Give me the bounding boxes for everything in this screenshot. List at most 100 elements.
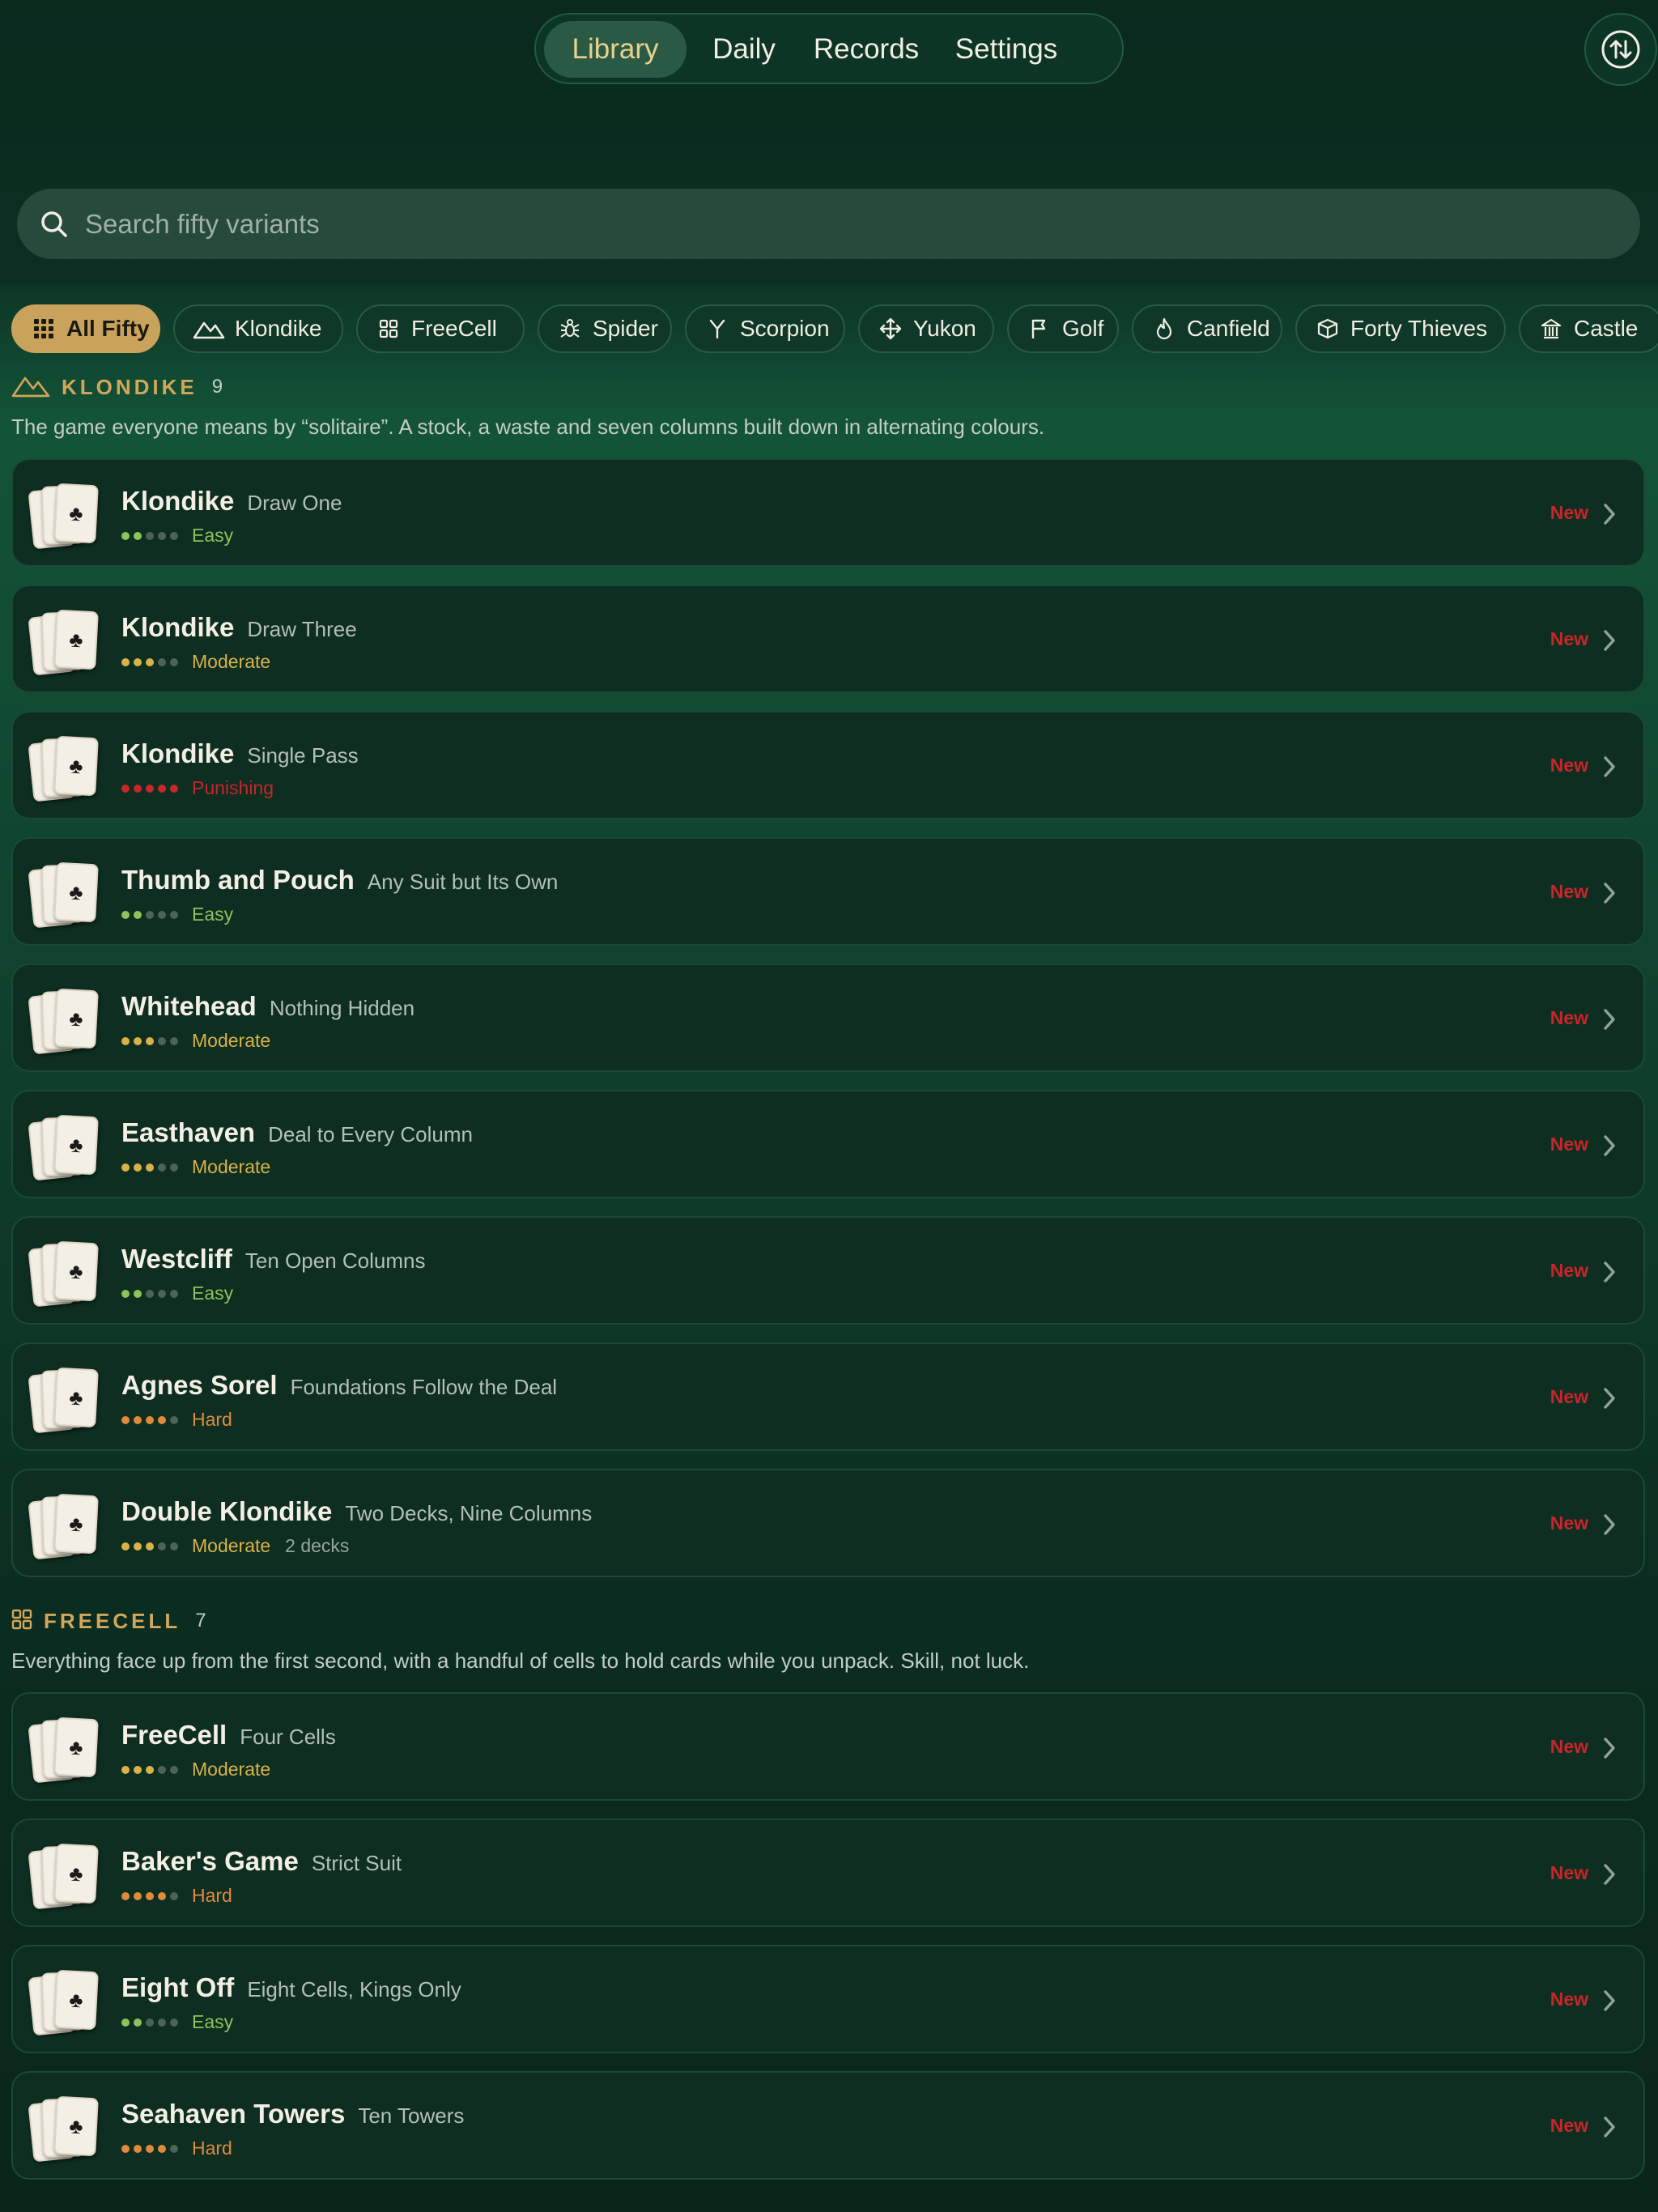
- difficulty-dot: [158, 1542, 166, 1551]
- difficulty-dot: [121, 2018, 130, 2027]
- chip-freecell[interactable]: FreeCell: [356, 304, 525, 353]
- search-input[interactable]: [83, 207, 1640, 240]
- difficulty-dot: [170, 1542, 178, 1551]
- difficulty-dot: [121, 1542, 130, 1551]
- difficulty-dot: [158, 1289, 166, 1298]
- difficulty-label: Moderate: [192, 1156, 271, 1177]
- difficulty-dot: [170, 1765, 178, 1774]
- spider-icon: [557, 316, 583, 342]
- new-badge: New: [1550, 1386, 1588, 1407]
- difficulty-dot: [170, 1415, 178, 1424]
- variant-subtitle: Strict Suit: [311, 1851, 402, 1875]
- difficulty-meter: [121, 910, 182, 919]
- difficulty-dot: [170, 531, 178, 540]
- difficulty-dot: [146, 1415, 154, 1424]
- difficulty-dot: [170, 1891, 178, 1900]
- difficulty-dot: [121, 1289, 130, 1298]
- variant-name: Klondike: [121, 612, 235, 642]
- card-stack-icon: ♣: [28, 1967, 112, 2036]
- difficulty-dot: [158, 2018, 166, 2027]
- difficulty-dot: [170, 2018, 178, 2027]
- variant-name: FreeCell: [121, 1720, 227, 1750]
- chip-forty-thieves[interactable]: Forty Thieves: [1295, 304, 1506, 353]
- section-title: FREECELL: [44, 1608, 181, 1633]
- chevron-right-icon: [1601, 753, 1626, 781]
- variant-row[interactable]: ♣ Thumb and Pouch Any Suit but Its Own Easy…: [11, 837, 1645, 946]
- tab-daily[interactable]: Daily: [695, 21, 793, 78]
- difficulty-dot: [158, 784, 166, 793]
- variant-row[interactable]: ♣ Agnes Sorel Foundations Follow the Deal H…: [11, 1342, 1645, 1451]
- chip-golf[interactable]: Golf: [1007, 304, 1119, 353]
- variant-name: Seahaven Towers: [121, 2099, 346, 2129]
- variant-row[interactable]: ♣ Easthaven Deal to Every Column Moderate Ne…: [11, 1090, 1645, 1198]
- difficulty-dot: [158, 1765, 166, 1774]
- chip-label: Scorpion: [740, 316, 830, 341]
- variant-row[interactable]: ♣ Whitehead Nothing Hidden Moderate New: [11, 963, 1645, 1072]
- variant-subtitle: Deal to Every Column: [268, 1122, 473, 1146]
- difficulty-dot: [134, 657, 142, 666]
- tab-settings[interactable]: Settings: [939, 21, 1073, 78]
- variant-row[interactable]: ♣ Baker's Game Strict Suit Hard New: [11, 1819, 1645, 1927]
- flame-icon: [1151, 316, 1177, 342]
- variant-row[interactable]: ♣ FreeCell Four Cells Moderate New: [11, 1692, 1645, 1801]
- chip-scorpion[interactable]: Scorpion: [685, 304, 845, 353]
- difficulty-label: Easy: [192, 904, 234, 925]
- chip-klondike[interactable]: Klondike: [173, 304, 343, 353]
- chevron-right-icon: [1601, 1258, 1626, 1286]
- sort-button[interactable]: [1584, 13, 1657, 86]
- difficulty-dot: [146, 784, 154, 793]
- club-suit: ♣: [68, 1132, 84, 1157]
- difficulty-meter: [121, 2018, 182, 2027]
- variant-row[interactable]: ♣ Eight Off Eight Cells, Kings Only Easy New: [11, 1945, 1645, 2053]
- variant-subtitle: Draw Three: [247, 617, 357, 641]
- chevron-right-icon: [1601, 1006, 1626, 1033]
- chevron-right-icon: [1601, 2113, 1626, 2141]
- variant-row[interactable]: ♣ Klondike Single Pass Punishing New: [11, 711, 1645, 819]
- difficulty-dot: [121, 2144, 130, 2153]
- chip-all-fifty[interactable]: All Fifty: [11, 304, 160, 353]
- variant-row[interactable]: ♣ Double Klondike Two Decks, Nine Columns M…: [11, 1469, 1645, 1577]
- variant-row[interactable]: ♣ Seahaven Towers Ten Towers Hard New: [11, 2071, 1645, 2180]
- difficulty-dot: [134, 531, 142, 540]
- difficulty-label: Moderate: [192, 651, 271, 672]
- variant-name: Baker's Game: [121, 1846, 299, 1876]
- move-icon: [878, 316, 903, 342]
- variant-row[interactable]: ♣ Klondike Draw Three Moderate New: [11, 585, 1645, 693]
- card-stack-icon: ♣: [28, 1715, 112, 1784]
- tab-library[interactable]: Library: [544, 21, 687, 78]
- four-squares-icon: [376, 316, 402, 342]
- card-stack-icon: ♣: [28, 986, 112, 1055]
- difficulty-dot: [121, 657, 130, 666]
- difficulty-label: Hard: [192, 1885, 232, 1906]
- difficulty-meter: [121, 1163, 182, 1172]
- grid-icon: [31, 316, 57, 342]
- chip-castle[interactable]: Castle: [1519, 304, 1658, 353]
- difficulty-label: Punishing: [192, 777, 274, 798]
- difficulty-meter: [121, 657, 182, 666]
- new-badge: New: [1550, 628, 1588, 649]
- tab-records[interactable]: Records: [801, 21, 931, 78]
- card-stack-icon: ♣: [28, 2094, 112, 2163]
- new-badge: New: [1550, 1736, 1588, 1757]
- variant-name: Double Klondike: [121, 1496, 333, 1526]
- variant-subtitle: Foundations Follow the Deal: [290, 1375, 558, 1399]
- chevron-right-icon: [1601, 627, 1626, 654]
- chip-spider[interactable]: Spider: [538, 304, 672, 353]
- variant-subtitle: Nothing Hidden: [269, 996, 415, 1020]
- club-suit: ♣: [68, 500, 84, 525]
- chip-canfield[interactable]: Canfield: [1132, 304, 1282, 353]
- variant-row[interactable]: ♣ Klondike Draw One Easy New: [11, 458, 1645, 567]
- difficulty-label: Easy: [192, 525, 234, 546]
- difficulty-dot: [134, 2018, 142, 2027]
- chevron-right-icon: [1601, 1861, 1626, 1888]
- difficulty-dot: [121, 784, 130, 793]
- club-suit: ♣: [68, 627, 84, 652]
- variant-row[interactable]: ♣ Westcliff Ten Open Columns Easy New: [11, 1216, 1645, 1325]
- difficulty-label: Hard: [192, 1409, 232, 1430]
- new-badge: New: [1550, 755, 1588, 776]
- section-description: The game everyone means by “solitaire”. …: [11, 415, 1045, 439]
- chevron-right-icon: [1601, 500, 1626, 528]
- chip-yukon[interactable]: Yukon: [858, 304, 994, 353]
- difficulty-dot: [158, 1163, 166, 1172]
- club-suit: ♣: [68, 1006, 84, 1031]
